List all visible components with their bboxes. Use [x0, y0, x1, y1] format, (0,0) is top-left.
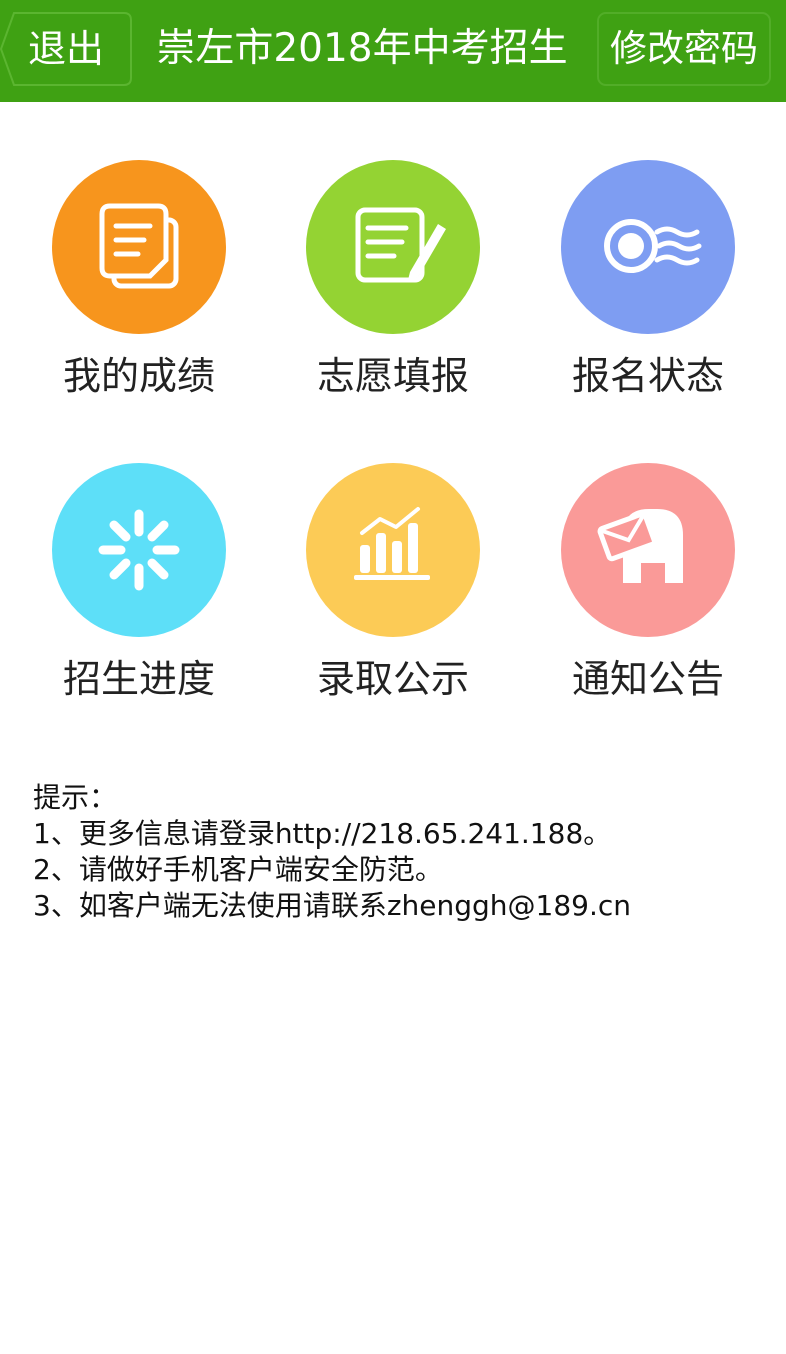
tips-line: 1、更多信息请登录http://218.65.241.188。	[33, 817, 612, 850]
menu-item-application[interactable]: 志愿填报	[268, 160, 518, 430]
tips-section: 提示： 1、更多信息请登录http://218.65.241.188。 2、请做…	[33, 780, 763, 924]
menu-item-label: 我的成绩	[62, 354, 215, 398]
menu-item-my-scores[interactable]: 我的成绩	[14, 160, 264, 430]
change-password-label: 修改密码	[610, 27, 758, 70]
menu-item-label: 通知公告	[571, 657, 724, 701]
tips-heading: 提示：	[33, 781, 118, 814]
bar-chart-icon	[306, 463, 480, 637]
postmark-icon	[561, 160, 735, 334]
menu-item-notices[interactable]: 通知公告	[523, 463, 773, 733]
exit-button[interactable]: 退出	[0, 12, 132, 86]
menu-item-admission-progress[interactable]: 招生进度	[14, 463, 264, 733]
menu-item-label: 招生进度	[62, 657, 215, 701]
change-password-button[interactable]: 修改密码	[597, 12, 771, 86]
menu-item-admission-list[interactable]: 录取公示	[268, 463, 518, 733]
edit-form-icon	[306, 160, 480, 334]
exit-button-label: 退出	[28, 27, 105, 71]
score-document-icon	[52, 160, 226, 334]
menu-item-registration-status[interactable]: 报名状态	[523, 160, 773, 430]
menu-item-label: 报名状态	[571, 354, 724, 398]
app-header: 退出 崇左市2018年中考招生 修改密码	[0, 0, 786, 102]
tips-line: 2、请做好手机客户端安全防范。	[33, 853, 443, 886]
menu-item-label: 录取公示	[316, 657, 469, 701]
loading-spinner-icon	[52, 463, 226, 637]
menu-item-label: 志愿填报	[316, 354, 469, 398]
tips-line: 3、如客户端无法使用请联系zhenggh@189.cn	[33, 889, 632, 922]
page-title: 崇左市2018年中考招生	[156, 26, 568, 71]
mailbox-icon	[561, 463, 735, 637]
